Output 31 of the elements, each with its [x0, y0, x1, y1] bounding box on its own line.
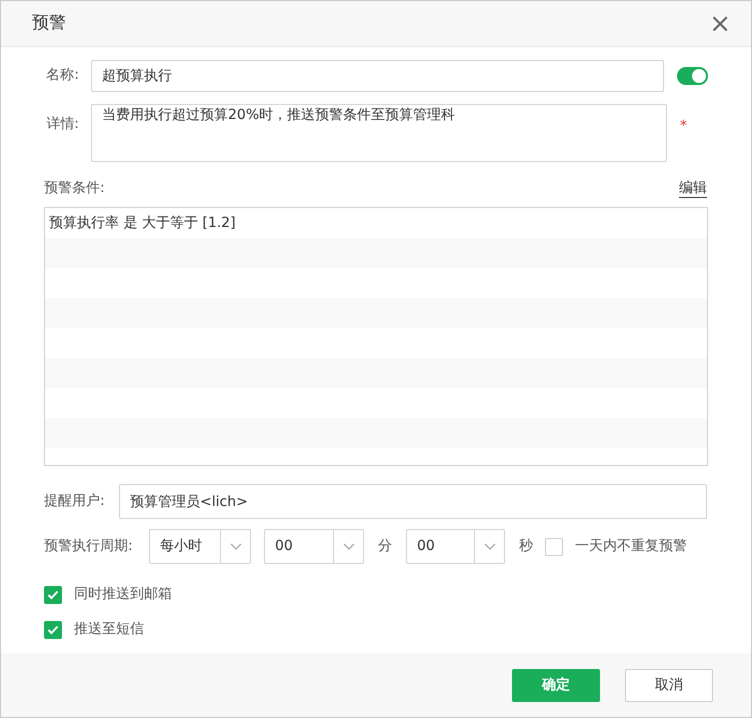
- field-label: 详情:: [45, 115, 79, 134]
- checkbox[interactable]: [44, 620, 62, 638]
- close-button[interactable]: ×: [705, 10, 735, 36]
- checkbox[interactable]: [545, 538, 563, 556]
- user-input[interactable]: 预算管理员<lich>: [119, 484, 707, 519]
- checkbox-label: 一天内不重复预警: [575, 537, 687, 556]
- dropdown[interactable]: 每小时: [149, 529, 251, 564]
- checkbox[interactable]: [44, 586, 62, 604]
- field-label: 名称:: [45, 66, 79, 85]
- section-label: 预警条件:: [44, 179, 105, 198]
- toggle-switch[interactable]: [677, 66, 708, 84]
- checkbox-label: 同时推送到邮箱: [74, 585, 172, 604]
- detail-textarea[interactable]: 当费用执行超过预算20%时，推送预警条件至预算管理科: [91, 104, 667, 162]
- condition-text: 预算执行率 是 大于等于 [1.2]: [49, 215, 236, 231]
- field-label: 预警执行周期:: [44, 537, 134, 556]
- check-icon: [47, 624, 59, 634]
- chevron-down-icon: [230, 542, 242, 550]
- unit-label: 分: [378, 537, 392, 556]
- field-label: 提醒用户:: [44, 492, 106, 511]
- name-input[interactable]: 超预算执行: [90, 60, 664, 92]
- dropdown[interactable]: 00: [264, 529, 364, 564]
- chevron-down-icon: [342, 542, 354, 550]
- dropdown[interactable]: 00: [406, 529, 505, 564]
- dialog-title: 预警: [32, 12, 67, 35]
- required-mark: *: [680, 117, 687, 136]
- check-icon: [47, 590, 59, 600]
- checkbox-label: 推送至短信: [74, 620, 144, 639]
- chevron-down-icon: [484, 542, 496, 550]
- edit-link[interactable]: 编辑: [679, 178, 707, 199]
- unit-label: 秒: [519, 537, 533, 556]
- cancel-button[interactable]: 取消: [625, 668, 713, 702]
